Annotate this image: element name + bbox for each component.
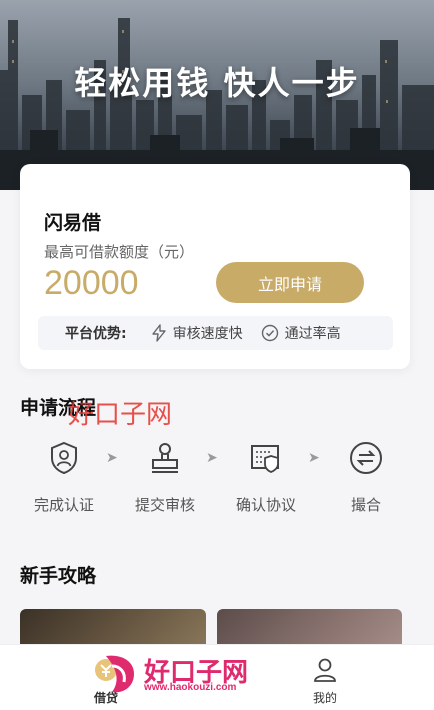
document-shield-icon: [251, 445, 279, 473]
lightning-icon: [151, 324, 166, 342]
advantage-label: 审核速度快: [172, 326, 243, 342]
process-step: 撮合: [321, 440, 411, 515]
advantage-label: 通过率高: [284, 326, 341, 342]
loan-product-card: 闪易借 最高可借款额度（元） 20000 立即申请 平台优势: 审核速度快 通过…: [20, 164, 410, 369]
limit-label: 最高可借款额度（元）: [44, 243, 195, 261]
advantages-title: 平台优势:: [65, 326, 127, 342]
step-label: 提交审核: [134, 496, 195, 514]
logo-mark-icon: [106, 655, 134, 693]
exchange-icon: [350, 442, 382, 474]
shield-user-icon: [51, 441, 77, 475]
arrow-icon: ➤: [308, 450, 320, 466]
tab-mine[interactable]: 我的: [285, 657, 365, 706]
apply-now-button[interactable]: 立即申请: [216, 262, 364, 303]
step-label: 确认协议: [235, 496, 296, 514]
guide-article-image[interactable]: [217, 609, 402, 649]
process-step: 完成认证: [19, 440, 109, 515]
check-circle-icon: [261, 324, 278, 342]
hero-slogan: 轻松用钱 快人一步: [74, 64, 360, 102]
advantages-bar: 平台优势: 审核速度快 通过率高: [38, 316, 393, 350]
process-step: 确认协议: [221, 440, 311, 515]
watermark-text: 好口子网: [68, 400, 173, 430]
guide-article-image[interactable]: [20, 609, 206, 649]
step-label: 撮合: [350, 496, 381, 514]
tab-label: 我的: [312, 691, 337, 705]
arrow-icon: ➤: [206, 450, 218, 466]
stamp-icon: [152, 443, 178, 473]
process-step: 提交审核: [120, 440, 210, 515]
arrow-icon: ➤: [106, 450, 118, 466]
step-label: 完成认证: [33, 496, 94, 514]
product-name: 闪易借: [44, 212, 102, 234]
site-logo-watermark: 好口子网 www.haokouzi.com: [100, 652, 260, 696]
hero-banner: 轻松用钱 快人一步: [0, 0, 434, 190]
user-icon: [314, 658, 336, 682]
advantage-item: 通过率高: [261, 323, 341, 343]
logo-url: www.haokouzi.com: [144, 682, 237, 693]
guide-title: 新手攻略: [20, 565, 97, 587]
limit-amount: 20000: [44, 264, 139, 302]
advantage-item: 审核速度快: [151, 323, 243, 343]
